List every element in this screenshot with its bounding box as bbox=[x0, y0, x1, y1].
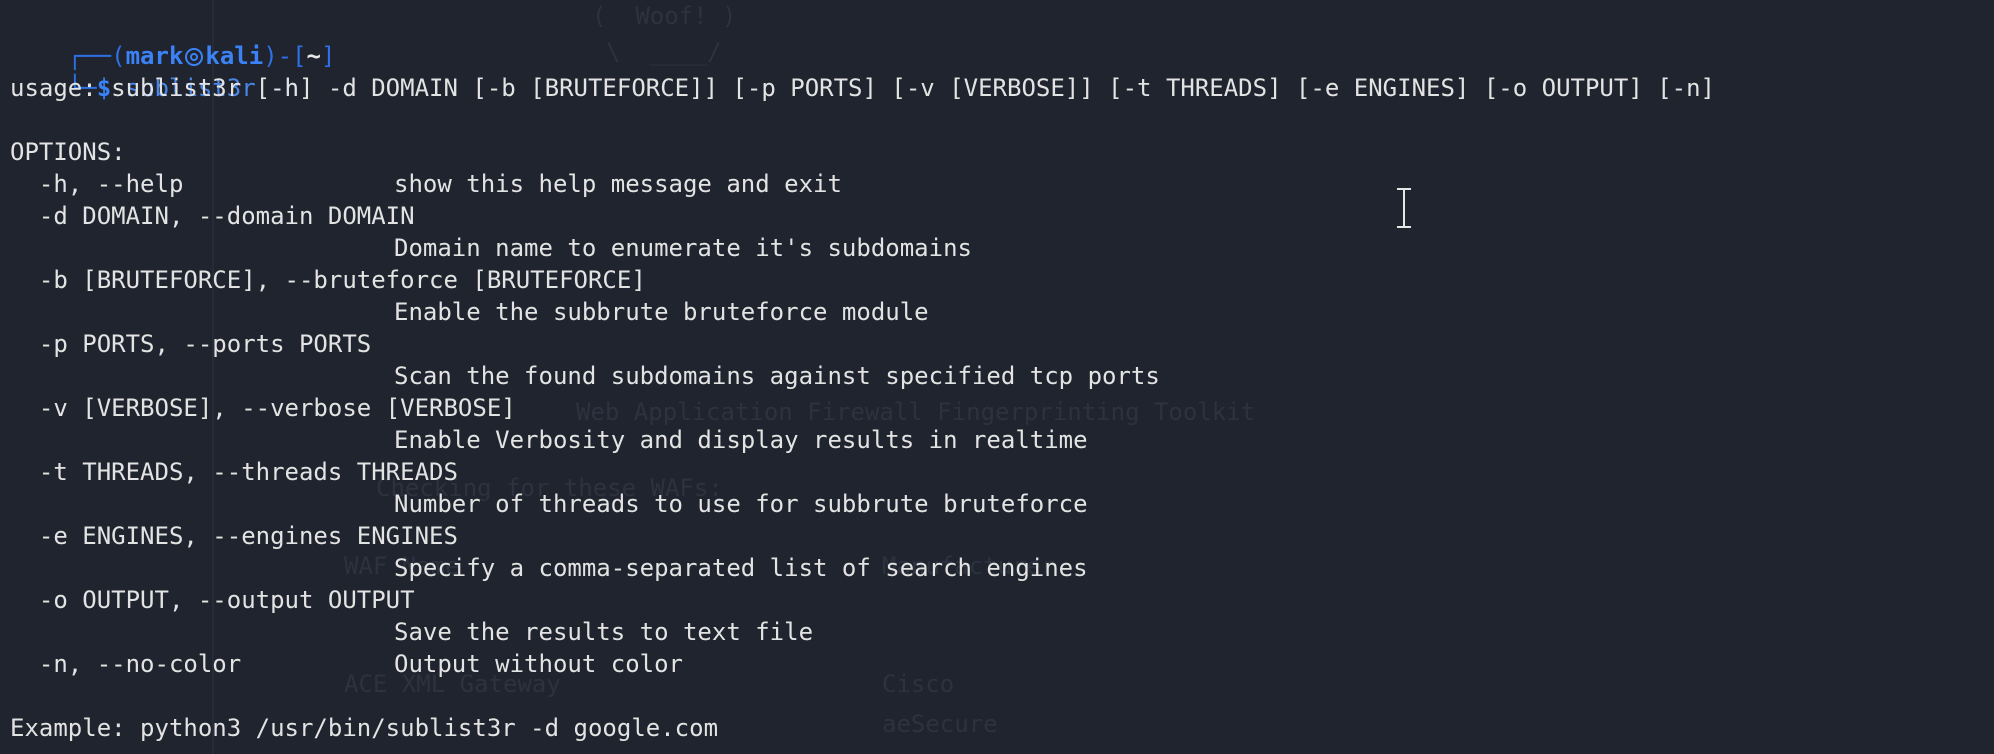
ghost-text: Cisco bbox=[882, 670, 955, 698]
option-desc: Number of threads to use for subbrute br… bbox=[394, 490, 1088, 518]
option-desc: Output without color bbox=[394, 650, 683, 678]
prompt-box-end: ] bbox=[321, 42, 336, 70]
option-desc: Scan the found subdomains against specif… bbox=[394, 362, 1160, 390]
usage-line: usage: sublist3r [-h] -d DOMAIN [-b [BRU… bbox=[10, 74, 1716, 102]
terminal-window[interactable]: ( Woof! ) \ ____/ Web Application Firewa… bbox=[0, 0, 1994, 754]
ghost-divider bbox=[212, 0, 214, 754]
ghost-text: aeSecure bbox=[882, 710, 998, 738]
ghost-text: ( Woof! ) bbox=[592, 2, 737, 30]
option-desc: Enable Verbosity and display results in … bbox=[394, 426, 1088, 454]
option-flag: -n, --no-color bbox=[10, 650, 242, 678]
prompt-line: ┌──(mark kali)-[~] bbox=[10, 8, 336, 70]
option-flag: -e ENGINES, --engines ENGINES bbox=[10, 522, 458, 550]
option-flag: -v [VERBOSE], --verbose [VERBOSE] bbox=[10, 394, 516, 422]
option-help: -h, --help bbox=[10, 168, 184, 200]
prompt-path: ~ bbox=[306, 42, 321, 70]
option-desc: Specify a comma-separated list of search… bbox=[394, 554, 1088, 582]
option-flag: -h, --help bbox=[10, 170, 184, 198]
example-line: Example: python3 /usr/bin/sublist3r -d g… bbox=[10, 714, 719, 742]
options-header: OPTIONS: bbox=[10, 138, 126, 166]
command-line[interactable]: └─$ sublist3r -h bbox=[10, 40, 299, 102]
option-desc: show this help message and exit bbox=[394, 170, 842, 198]
text-cursor-icon bbox=[1396, 188, 1412, 228]
option-desc: Domain name to enumerate it's subdomains bbox=[394, 234, 972, 262]
option-flag: -t THREADS, --threads THREADS bbox=[10, 458, 458, 486]
option-flag: -p PORTS, --ports PORTS bbox=[10, 330, 372, 358]
option-desc: Enable the subbrute bruteforce module bbox=[394, 298, 929, 326]
option-flag: -o OUTPUT, --output OUTPUT bbox=[10, 586, 415, 614]
ghost-text: \ ____/ bbox=[606, 38, 722, 66]
option-flag: -b [BRUTEFORCE], --bruteforce [BRUTEFORC… bbox=[10, 266, 646, 294]
option-desc: Save the results to text file bbox=[394, 618, 814, 646]
option-flag: -d DOMAIN, --domain DOMAIN bbox=[10, 202, 415, 230]
